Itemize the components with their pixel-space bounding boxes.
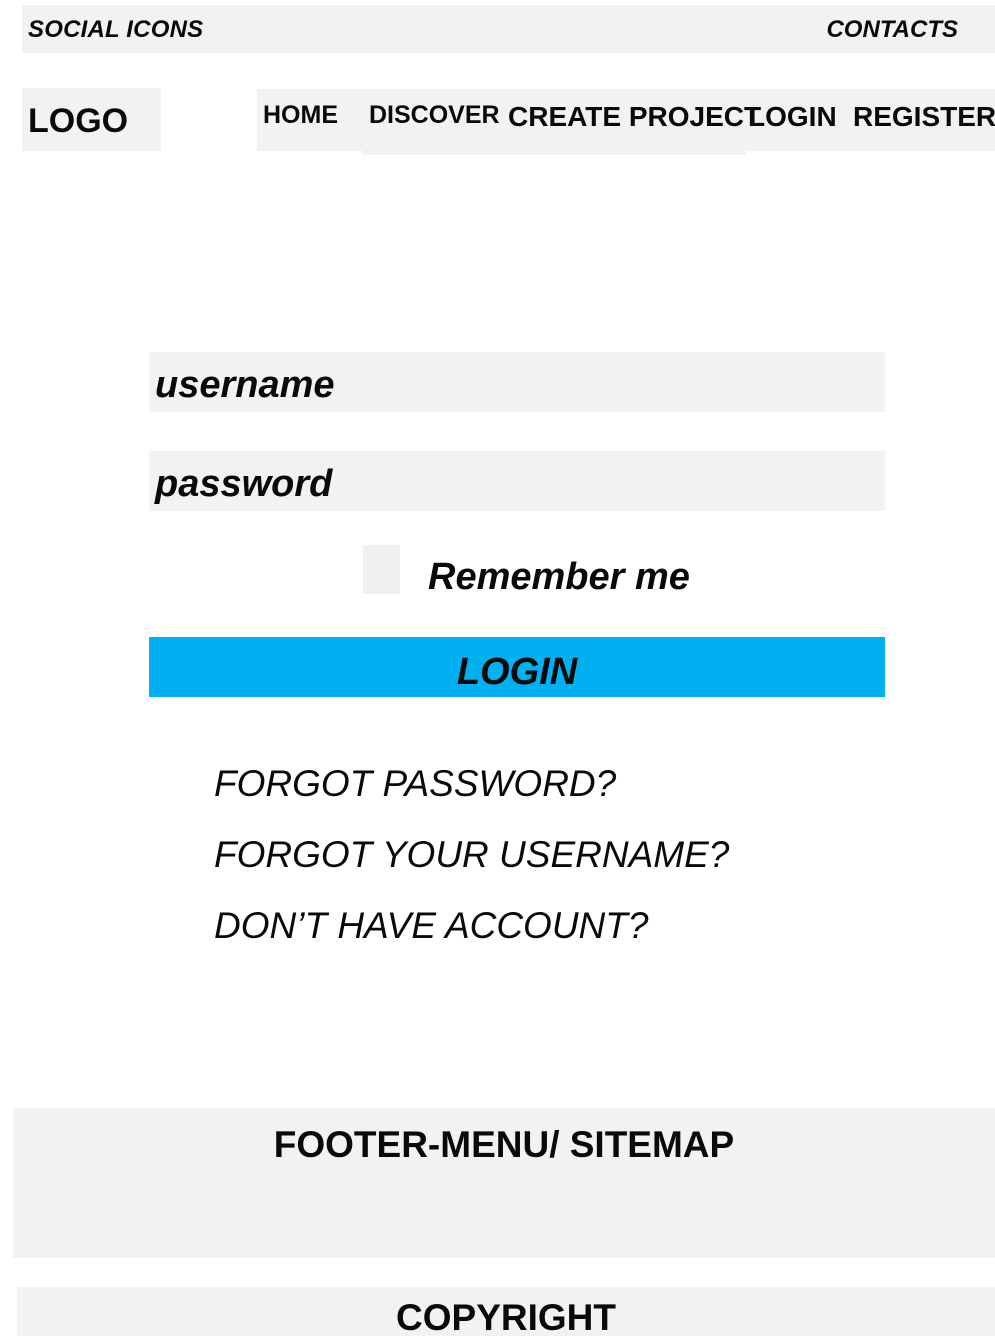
- top-bar: SOCIAL ICONS CONTACTS: [22, 5, 995, 53]
- nav-item-create-project[interactable]: CREATE PROJECT: [508, 101, 761, 133]
- forgot-username-link[interactable]: FORGOT YOUR USERNAME?: [214, 834, 729, 876]
- copyright-label: COPYRIGHT: [396, 1297, 616, 1336]
- nav-item-login[interactable]: LOGIN: [748, 101, 837, 133]
- nav-highlight: [363, 145, 746, 155]
- nav-item-home[interactable]: HOME: [263, 101, 338, 130]
- login-button[interactable]: LOGIN: [149, 637, 885, 697]
- logo[interactable]: LOGO: [22, 88, 161, 151]
- username-field[interactable]: username: [149, 352, 885, 412]
- nav-item-discover[interactable]: DISCOVER: [369, 101, 500, 130]
- forgot-password-link[interactable]: FORGOT PASSWORD?: [214, 763, 616, 805]
- remember-me-label: Remember me: [428, 556, 690, 598]
- social-icons-label[interactable]: SOCIAL ICONS: [28, 16, 203, 44]
- remember-me-checkbox[interactable]: [363, 545, 400, 594]
- contacts-link[interactable]: CONTACTS: [826, 16, 958, 44]
- footer-menu-label: FOOTER-MENU/ SITEMAP: [273, 1124, 735, 1165]
- create-account-link[interactable]: DON’T HAVE ACCOUNT?: [214, 905, 648, 947]
- footer-menu: FOOTER-MENU/ SITEMAP: [13, 1108, 995, 1258]
- nav-item-register[interactable]: REGISTER: [853, 101, 995, 133]
- password-field[interactable]: password: [149, 451, 885, 511]
- logo-label: LOGO: [28, 102, 129, 140]
- copyright-bar: COPYRIGHT: [17, 1287, 995, 1336]
